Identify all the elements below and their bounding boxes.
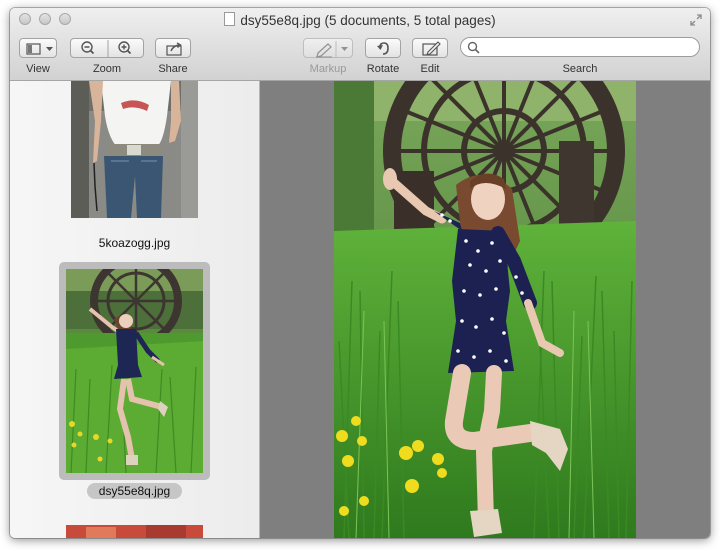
view-button[interactable] [19,38,57,58]
zoom-in-icon[interactable] [107,38,144,58]
search-label: Search [562,63,598,75]
pencil-box-icon [422,41,441,56]
title-bar: dsy55e8q.jpg (5 documents, 5 total pages… [10,8,710,81]
markup-label: Markup [309,63,347,75]
thumbnail-5koazogg[interactable] [71,81,198,218]
zoom-out-icon[interactable] [70,38,107,58]
share-button[interactable] [155,38,191,58]
view-label: View [26,63,50,75]
sidebar-icon [26,43,53,55]
search-field[interactable] [460,37,700,57]
thumbnail-label: 5koazogg.jpg [98,236,171,250]
image-canvas[interactable] [260,81,710,538]
pen-icon [316,41,348,58]
rotate-label: Rotate [366,63,400,75]
preview-window: dsy55e8q.jpg (5 documents, 5 total pages… [10,8,710,538]
thumbnail-next[interactable] [66,525,203,538]
document-icon [224,12,236,26]
fullscreen-icon[interactable] [690,14,702,26]
search-icon [467,41,480,54]
share-icon [166,42,182,56]
thumbnail-label-selected: dsy55e8q.jpg [87,483,182,499]
markup-button[interactable] [303,38,353,58]
share-label: Share [158,63,188,75]
rotate-button[interactable] [365,38,401,58]
window-title-container: dsy55e8q.jpg (5 documents, 5 total pages… [10,12,710,28]
main-photo[interactable] [334,81,636,538]
window-title: dsy55e8q.jpg (5 documents, 5 total pages… [240,13,496,28]
thumbnail-dsy55e8q[interactable] [66,269,203,473]
edit-label: Edit [420,63,440,75]
thumbnail-sidebar[interactable]: 5koazogg.jpg dsy55e8q.jpg [10,81,260,538]
zoom-label: Zoom [92,63,122,75]
edit-button[interactable] [412,38,448,58]
rotate-left-icon [377,42,389,55]
